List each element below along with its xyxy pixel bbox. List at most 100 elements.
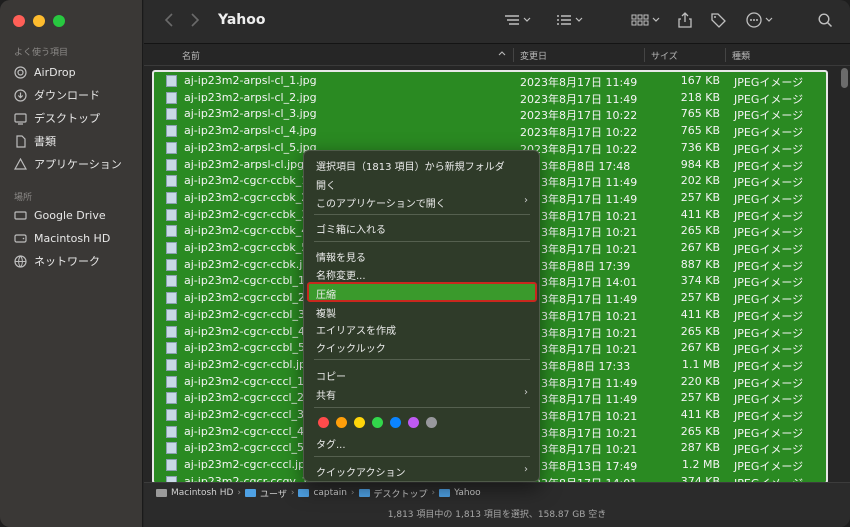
sidebar-item-downloads[interactable]: ダウンロード — [14, 85, 139, 105]
column-divider[interactable] — [725, 48, 726, 62]
file-row[interactable]: aj-ip23m2-arpsl-cl_3.jpg 2023年8月17日 10:22… — [154, 106, 826, 123]
file-name: aj-ip23m2-cgcr-ccbl_5. — [184, 341, 309, 355]
menu-item-copy[interactable]: コピー — [316, 368, 528, 383]
tag-button[interactable] — [710, 12, 726, 32]
path-item-desktop[interactable]: デスクトップ — [358, 487, 428, 500]
sidebar-item-network[interactable]: ネットワーク — [14, 251, 139, 271]
tag-color-dot[interactable] — [336, 417, 347, 428]
menu-item-label: ゴミ箱に入れる — [316, 225, 386, 236]
chevron-right-icon: › — [350, 488, 355, 498]
menu-item-move-to-trash[interactable]: ゴミ箱に入れる — [316, 221, 528, 236]
file-kind: JPEGイメージ — [734, 159, 804, 173]
image-file-icon — [166, 459, 177, 472]
tag-color-dot[interactable] — [390, 417, 401, 428]
file-kind: JPEGイメージ — [734, 243, 804, 256]
file-row[interactable]: aj-ip23m2-arpsl-cl_2.jpg 2023年8月17日 11:49… — [154, 90, 826, 107]
zoom-button[interactable] — [53, 15, 65, 27]
image-file-icon — [166, 125, 177, 138]
menu-divider — [314, 456, 530, 457]
back-button[interactable] — [164, 12, 174, 32]
tag-color-dots — [318, 417, 437, 428]
menu-item-tags[interactable]: タグ... — [316, 436, 528, 451]
tag-color-dot[interactable] — [426, 417, 437, 428]
menu-item-make-alias[interactable]: エイリアスを作成 — [316, 322, 528, 337]
column-divider[interactable] — [644, 48, 645, 62]
sidebar-item-macintosh-hd[interactable]: Macintosh HD — [14, 228, 139, 248]
group-button[interactable] — [504, 12, 532, 32]
file-size: 267 KB — [680, 341, 720, 355]
path-item-macintosh-hd[interactable]: Macintosh HD — [156, 488, 233, 498]
column-kind[interactable]: 種類 — [732, 49, 750, 62]
file-size: 411 KB — [680, 408, 720, 421]
menu-item-label: クイックルック — [316, 344, 386, 355]
menu-item-quick-look[interactable]: クイックルック — [316, 340, 528, 355]
menu-item-duplicate[interactable]: 複製 — [316, 305, 528, 320]
tag-color-dot[interactable] — [318, 417, 329, 428]
menu-item-quick-actions[interactable]: クイックアクション › — [316, 464, 528, 479]
tag-color-dot[interactable] — [372, 417, 383, 428]
tag-color-dot[interactable] — [408, 417, 419, 428]
file-kind: JPEGイメージ — [734, 226, 804, 240]
tag-color-dot[interactable] — [354, 417, 365, 428]
file-size: 265 KB — [680, 224, 720, 238]
path-label: Yahoo — [454, 488, 481, 498]
file-name: aj-ip23m2-cgcr-ccbk_1 — [184, 174, 309, 188]
menu-item-compress-label: 圧縮 — [316, 290, 336, 301]
chevron-right-icon: › — [524, 195, 528, 206]
toolbar: Yahoo — [144, 0, 850, 44]
forward-button[interactable] — [190, 12, 200, 32]
close-button[interactable] — [13, 15, 25, 27]
menu-item-share[interactable]: 共有 › — [316, 387, 528, 402]
search-button[interactable] — [818, 12, 833, 32]
file-size: 257 KB — [680, 291, 720, 305]
minimize-button[interactable] — [33, 15, 45, 27]
path-item-yahoo[interactable]: Yahoo — [439, 488, 481, 498]
file-size: 411 KB — [680, 307, 720, 321]
sidebar-item-applications[interactable]: アプリケーション — [14, 154, 139, 174]
file-size: 1.1 MB — [681, 357, 720, 371]
scrollbar[interactable] — [841, 68, 848, 88]
sidebar-item-desktop[interactable]: デスクトップ — [14, 108, 139, 128]
menu-item-new-folder-with-selection[interactable]: 選択項目（1813 項目）から新規フォルダ — [316, 158, 528, 173]
menu-item-label: 情報を見る — [316, 253, 366, 264]
file-name: aj-ip23m2-cgcr-ccbl_2. — [184, 291, 309, 305]
file-kind: JPEGイメージ — [734, 126, 804, 140]
menu-item-open[interactable]: 開く — [316, 177, 528, 192]
sidebar-item-airdrop[interactable]: AirDrop — [14, 62, 139, 82]
file-row[interactable]: aj-ip23m2-arpsl-cl_4.jpg 2023年8月17日 10:22… — [154, 123, 826, 140]
folder-icon — [298, 489, 310, 497]
image-file-icon — [166, 191, 177, 204]
sidebar-item-google-drive[interactable]: Google Drive — [14, 205, 139, 225]
more-actions-button[interactable] — [746, 12, 776, 32]
file-name: aj-ip23m2-cgcr-ccbk_3 — [184, 207, 309, 221]
finder-window: よく使う項目 AirDrop ダウンロード デスクトップ 書類 アプリケーション… — [0, 0, 850, 527]
column-size[interactable]: サイズ — [651, 49, 678, 62]
network-icon — [14, 254, 27, 268]
view-options-button[interactable] — [556, 12, 584, 32]
file-kind: JPEGイメージ — [734, 142, 804, 156]
image-file-icon — [166, 242, 177, 254]
sort-ascending-icon — [498, 49, 506, 59]
file-kind: JPEGイメージ — [734, 276, 804, 290]
image-file-icon — [166, 275, 177, 288]
arrange-button[interactable] — [631, 12, 661, 32]
file-size: 267 KB — [680, 241, 720, 254]
file-kind: JPEGイメージ — [734, 326, 804, 340]
file-row[interactable]: aj-ip23m2-arpsl-cl_1.jpg 2023年8月17日 11:49… — [154, 73, 826, 90]
image-file-icon — [166, 442, 177, 455]
file-size: 736 KB — [680, 140, 720, 154]
path-item-captain[interactable]: captain — [298, 488, 347, 498]
sidebar-item-documents[interactable]: 書類 — [14, 131, 139, 151]
column-date[interactable]: 変更日 — [520, 49, 547, 62]
image-file-icon — [166, 409, 177, 421]
menu-item-open-with[interactable]: このアプリケーションで開く › — [316, 195, 528, 210]
menu-item-rename[interactable]: 名称変更... — [316, 267, 528, 282]
column-divider[interactable] — [513, 48, 514, 62]
file-size: 765 KB — [680, 124, 720, 138]
share-button[interactable] — [678, 12, 692, 32]
column-name[interactable]: 名前 — [182, 49, 200, 62]
menu-item-get-info[interactable]: 情報を見る — [316, 249, 528, 264]
file-kind: JPEGイメージ — [734, 359, 804, 373]
file-kind: JPEGイメージ — [734, 92, 804, 106]
path-item-users[interactable]: ユーザ — [245, 487, 287, 500]
